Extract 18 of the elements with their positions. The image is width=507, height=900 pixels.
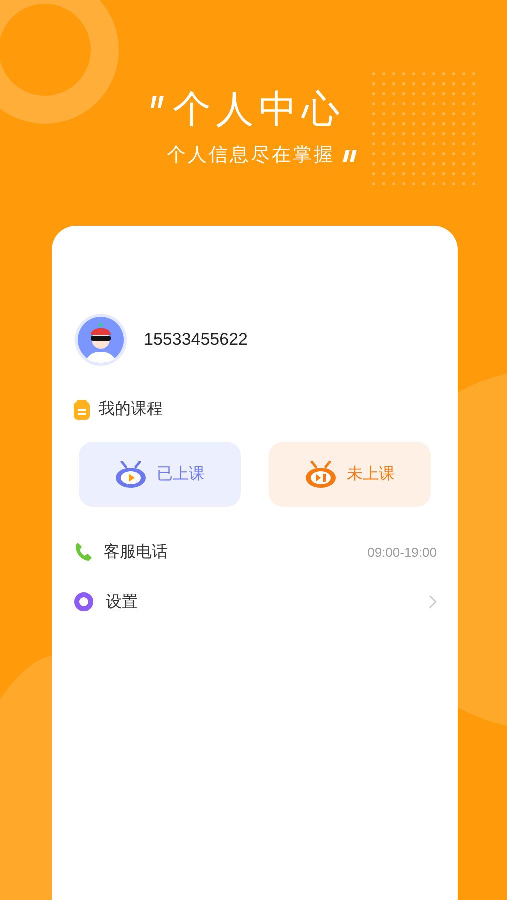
service-hours: 09:00-19:00: [368, 544, 437, 560]
phone-icon: [74, 542, 92, 562]
tv-play-icon: [115, 460, 147, 488]
phone-number: 15533455622: [144, 330, 248, 350]
menu-item[interactable]: 设置: [74, 577, 437, 627]
quote-icon: [151, 96, 165, 108]
menu-label: 设置: [106, 592, 139, 612]
avatar: [74, 313, 128, 367]
menu-item[interactable]: 客服电话 09:00-19:00: [74, 527, 437, 577]
settings-icon: [74, 592, 94, 612]
page-subtitle: 个人信息尽在掌握: [167, 143, 335, 168]
calendar-icon: [74, 400, 90, 420]
menu-label: 客服电话: [104, 542, 169, 562]
tv-pause-icon: [305, 460, 337, 488]
section-label: 我的课程: [99, 399, 163, 420]
quote-icon: [343, 150, 357, 162]
page-title: 个人中心: [173, 86, 345, 132]
chevron-icon: [429, 595, 437, 609]
